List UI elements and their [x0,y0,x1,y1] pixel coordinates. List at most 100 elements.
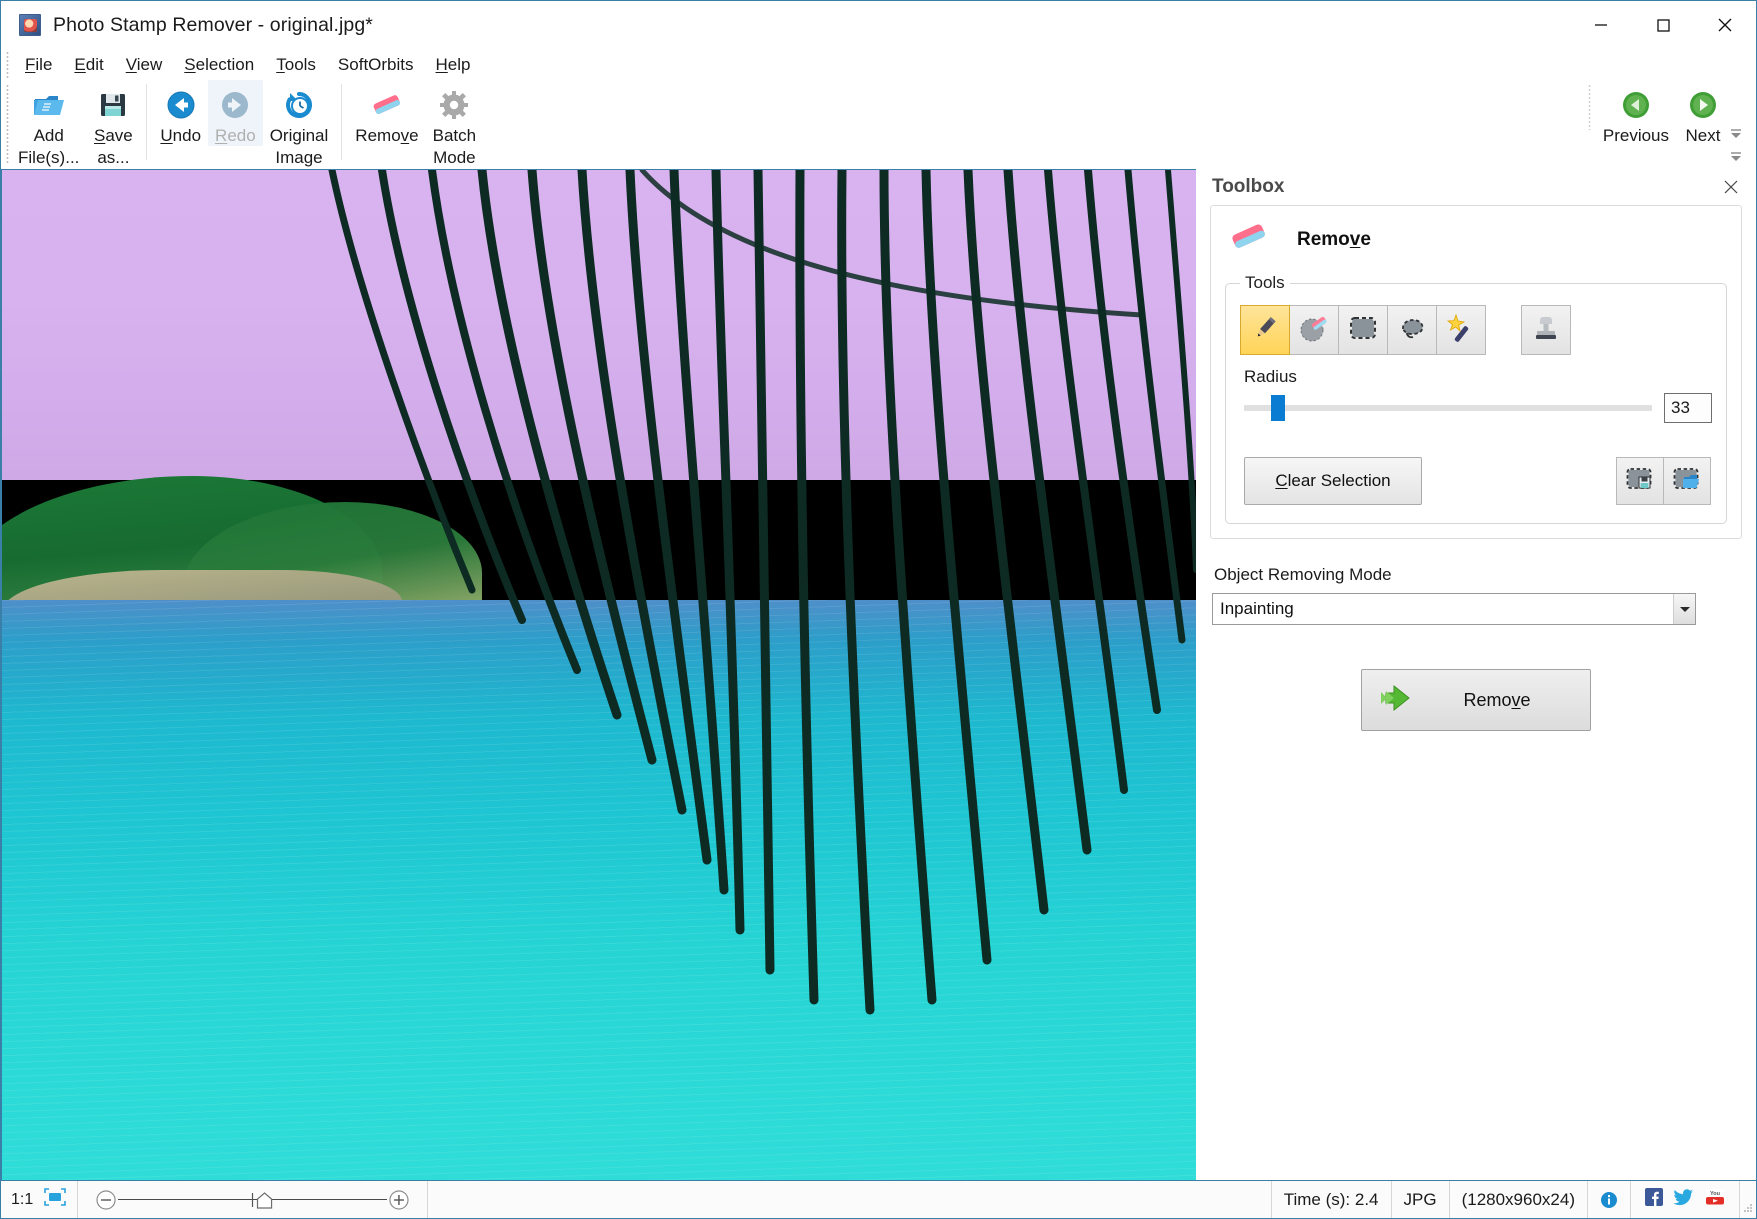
clear-selection-button[interactable]: Clear Selection [1244,457,1422,505]
menu-item-selection[interactable]: Selection [173,53,265,77]
close-button[interactable] [1694,2,1756,49]
save-selection-button[interactable] [1616,457,1664,505]
toolbar-button-redo[interactable]: Redo [208,80,263,146]
toolbar-label-next: Next [1685,126,1721,145]
open-folder-icon [32,87,66,123]
status-bar-right: Time (s): 2.4 JPG (1280x960x24) You [1272,1181,1756,1218]
toolbar-label-save-as-line2: as... [97,148,130,167]
tools-legend: Tools [1245,273,1285,292]
twitter-icon[interactable] [1673,1188,1694,1211]
radius-slider[interactable] [1244,395,1652,421]
eraser-icon [1227,220,1271,259]
youtube-icon[interactable]: You [1705,1188,1725,1211]
status-time: Time (s): 2.4 [1272,1181,1392,1218]
social-links: You [1631,1181,1740,1218]
eraser-tool-icon [1299,313,1329,348]
navigation-overflow-button[interactable] [1728,126,1744,140]
menu-item-tools[interactable]: Tools [265,53,327,77]
rect-select-icon [1348,315,1378,346]
toolbar-label-save-as-line1: Save [94,126,133,145]
toolbar-button-add-files[interactable]: Add File(s)... [11,80,86,168]
main-body: Toolbox Remove Tools Radius 33 C lear Se… [1,169,1756,1180]
remove-card-header: Remove [1211,206,1741,271]
eraser-icon [370,87,404,123]
toolbar-label-redo: Redo [215,126,256,145]
toolbar-label-batch-line2: Mode [433,148,476,167]
object-removing-mode-value: Inpainting [1220,599,1294,618]
history-clock-icon [283,87,315,123]
info-icon[interactable] [1588,1181,1631,1218]
save-selection-icon [1626,467,1654,496]
redo-arrow-icon [219,87,251,123]
toolbar-button-save-as[interactable]: Save as... [86,80,140,168]
toolbar-overflow-button[interactable] [1728,149,1744,163]
toolbar-button-batch-mode[interactable]: Batch Mode [426,80,483,168]
title-bar: Photo Stamp Remover - original.jpg* [1,1,1756,49]
canvas-sea [2,600,1196,1180]
gear-icon [439,87,469,123]
zoom-ratio-label[interactable]: 1:1 [11,1191,33,1209]
magic-wand-icon [1446,313,1476,348]
tool-button-clone-stamp[interactable] [1521,305,1571,355]
tool-button-magic-wand[interactable] [1436,305,1486,355]
application-window: Photo Stamp Remover - original.jpg* File… [0,0,1757,1219]
status-format: JPG [1392,1181,1450,1218]
toolbox-panel: Toolbox Remove Tools Radius 33 C lear Se… [1196,169,1756,1180]
lasso-icon [1397,315,1427,346]
object-removing-mode-label: Object Removing Mode [1214,565,1392,584]
undo-arrow-icon [165,87,197,123]
menu-item-edit[interactable]: Edit [63,53,114,77]
app-photo-icon [19,14,41,36]
load-selection-button[interactable] [1663,457,1711,505]
toolbar-label-batch-line1: Batch [432,126,477,145]
menu-bar: File Edit View Selection Tools SoftOrbit… [1,49,1756,80]
toolbar-label-add-files-line1: Add [33,126,64,145]
radius-value-input[interactable]: 33 [1664,393,1712,423]
facebook-icon[interactable] [1645,1188,1663,1211]
tool-button-brush[interactable] [1240,305,1290,355]
tool-button-rectangle-select[interactable] [1338,305,1388,355]
toolbar-label-original-line1: Original [269,126,329,145]
status-bar: 1:1 Time (s): 2.4 JPG (1280x960x24) You [1,1180,1756,1218]
toolbox-title: Toolbox [1212,176,1285,197]
menu-item-softorbits[interactable]: SoftOrbits [327,53,425,77]
maximize-button[interactable] [1632,2,1694,49]
minimize-button[interactable] [1570,2,1632,49]
menu-item-file[interactable]: File [14,53,63,77]
tool-button-eraser[interactable] [1289,305,1339,355]
toolbar-button-previous[interactable]: Previous [1596,80,1676,146]
toolbar-button-remove[interactable]: Remove [348,80,425,146]
resize-grip[interactable] [1740,1181,1756,1218]
canvas-sky [2,170,1196,480]
toolbar-button-undo[interactable]: Undo [153,80,208,146]
image-canvas[interactable] [1,169,1196,1180]
zoom-controls-group: 1:1 [1,1181,79,1218]
toolbar-navigation-group: Previous Next [1587,80,1756,146]
toolbox-header: Toolbox [1196,169,1756,205]
radius-slider-thumb[interactable] [1270,395,1285,421]
object-removing-mode-select[interactable]: Inpainting [1212,593,1696,625]
remove-button-label: Remove [1463,689,1531,710]
window-title: Photo Stamp Remover - original.jpg* [53,13,373,36]
status-dimensions: (1280x960x24) [1450,1181,1588,1218]
toolbar-button-original-image[interactable]: Original Image [263,80,336,168]
fit-to-window-icon[interactable] [43,1187,67,1212]
toolbar-button-next[interactable]: Next [1676,80,1730,146]
menu-item-help[interactable]: Help [425,53,482,77]
toolbar-label-add-files-line2: File(s)... [18,148,80,167]
toolbar: Add File(s)... Save as... Undo Redo Orig… [1,80,1756,169]
green-left-arrow-icon [1620,87,1652,123]
zoom-slider[interactable] [78,1181,429,1218]
status-bar-filler [428,1181,1272,1218]
toolbar-label-undo: Undo [160,126,202,145]
remove-card: Remove Tools Radius 33 C lear Selection [1210,205,1742,539]
tools-row [1236,305,1716,355]
remove-button[interactable]: Remove [1361,669,1591,731]
toolbar-label-previous: Previous [1602,126,1669,145]
tool-button-lasso[interactable] [1387,305,1437,355]
chevron-down-icon[interactable] [1673,594,1695,624]
radius-label: Radius [1244,367,1297,386]
toolbox-close-icon[interactable] [1718,174,1744,200]
tools-group: Tools Radius 33 C lear Selection [1225,273,1727,524]
menu-item-view[interactable]: View [115,53,174,77]
